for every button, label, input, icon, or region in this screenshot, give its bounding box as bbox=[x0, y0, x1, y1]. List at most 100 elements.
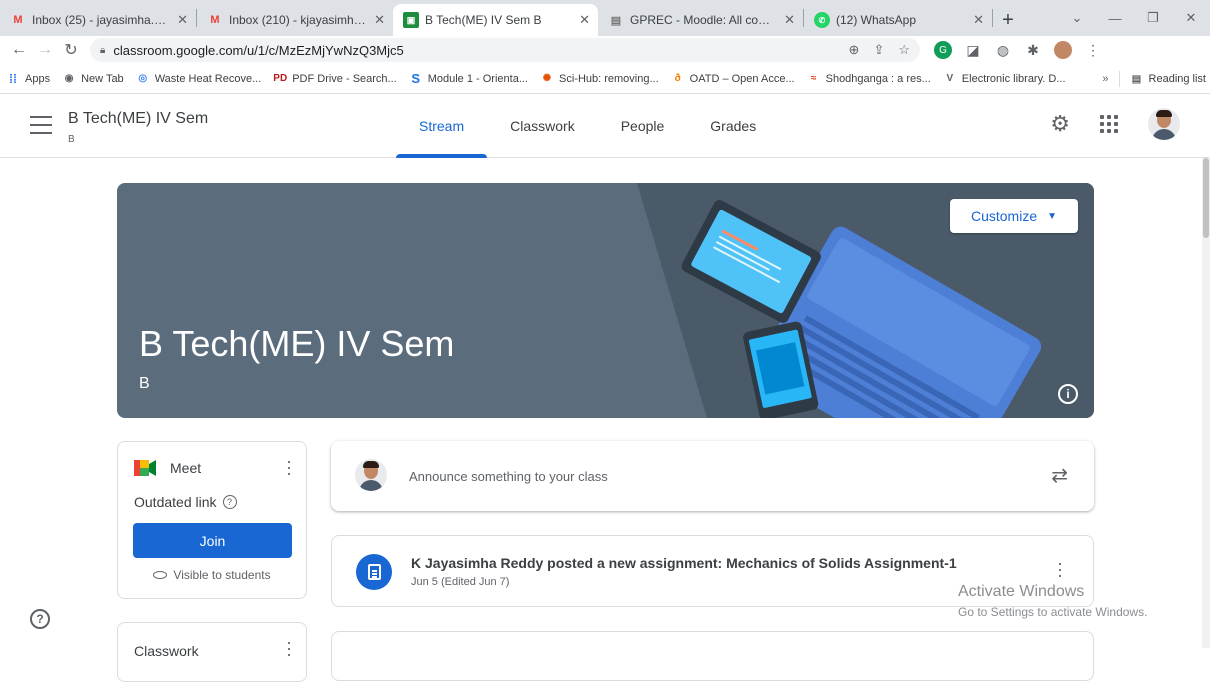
bookmark-oatd[interactable]: ð OATD – Open Acce... bbox=[671, 72, 795, 86]
bookmarks-bar: ⁞⁞ Apps ◉ New Tab ◎ Waste Heat Recove...… bbox=[0, 64, 1210, 94]
kebab-menu-icon[interactable]: · · · bbox=[286, 452, 292, 482]
classroom-header: B Tech(ME) IV Sem B Stream Classwork Peo… bbox=[0, 94, 1210, 158]
gmail-icon: M bbox=[13, 14, 23, 26]
banner-illustration bbox=[637, 183, 1094, 418]
customize-button[interactable]: Customize ▼ bbox=[950, 199, 1078, 233]
hamburger-menu-icon[interactable] bbox=[30, 116, 52, 134]
gmail-icon: M bbox=[210, 14, 220, 26]
grammar-extension-icon[interactable]: G bbox=[934, 41, 952, 59]
meet-card: Meet · · · Outdated link ? Join Visible to… bbox=[117, 441, 307, 599]
scrollbar[interactable] bbox=[1202, 158, 1210, 648]
bookmark-new-tab[interactable]: ◉ New Tab bbox=[62, 72, 124, 86]
google-apps-icon[interactable] bbox=[1100, 115, 1118, 133]
meet-title: Meet bbox=[170, 460, 202, 476]
browser-tab-moodle[interactable]: ▤ GPREC - Moodle: All courses ✕ bbox=[598, 4, 803, 36]
bookmark-module-1[interactable]: S Module 1 - Orienta... bbox=[409, 71, 528, 86]
stream-post[interactable] bbox=[331, 631, 1094, 681]
bookmark-shodhganga[interactable]: ≈ Shodhganga : a res... bbox=[807, 72, 931, 86]
bookmark-pdf-drive[interactable]: PD PDF Drive - Search... bbox=[273, 72, 396, 86]
avatar bbox=[355, 459, 387, 491]
kebab-menu-icon[interactable]: · · · bbox=[286, 633, 292, 663]
moodle-icon: ▤ bbox=[610, 14, 622, 27]
bookmarks-overflow-button[interactable]: » bbox=[1102, 73, 1108, 85]
join-button[interactable]: Join bbox=[133, 523, 292, 558]
restore-icon[interactable]: ❐ bbox=[1134, 10, 1172, 26]
bookmark-label: New Tab bbox=[81, 72, 124, 85]
class-name[interactable]: B Tech(ME) IV Sem bbox=[68, 110, 208, 128]
reading-list-label: Reading list bbox=[1148, 73, 1206, 85]
new-tab-button[interactable]: + bbox=[993, 4, 1023, 36]
tab-stream[interactable]: Stream bbox=[396, 94, 488, 158]
close-icon[interactable]: ✕ bbox=[177, 12, 188, 28]
extension-icon[interactable]: ◪ bbox=[964, 41, 982, 59]
bookmark-label: Sci-Hub: removing... bbox=[559, 72, 659, 85]
reading-list-icon: ▤ bbox=[1131, 73, 1142, 85]
bookmark-waste-heat[interactable]: ◎ Waste Heat Recove... bbox=[136, 72, 261, 86]
close-icon[interactable]: ✕ bbox=[784, 12, 795, 28]
browser-tab-gmail-1[interactable]: M Inbox (25) - jayasimha.reddy ✕ bbox=[0, 4, 196, 36]
share-icon[interactable]: ⇪ bbox=[873, 42, 884, 58]
tab-classwork[interactable]: Classwork bbox=[487, 94, 598, 158]
reload-icon[interactable]: ↻ bbox=[58, 40, 84, 60]
tab-title: Inbox (210) - kjayasimharedd bbox=[229, 13, 366, 27]
tab-title: Inbox (25) - jayasimha.reddy bbox=[32, 13, 170, 27]
bookmark-apps[interactable]: ⁞⁞ Apps bbox=[6, 72, 50, 86]
zoom-icon[interactable]: ⊕ bbox=[849, 42, 860, 58]
bookmark-sci-hub[interactable]: ✺ Sci-Hub: removing... bbox=[540, 72, 659, 86]
tab-grades[interactable]: Grades bbox=[687, 94, 779, 158]
info-icon[interactable]: i bbox=[1058, 384, 1078, 404]
gear-icon[interactable]: ⚙ bbox=[1050, 111, 1070, 137]
upcoming-title: Classwork bbox=[134, 643, 199, 659]
url-field[interactable]: 🔒︎ classroom.google.com/u/1/c/MzEzMjYwNz… bbox=[90, 38, 920, 62]
help-icon[interactable]: ? bbox=[30, 609, 50, 629]
post-title[interactable]: K Jayasimha Reddy posted a new assignmen… bbox=[411, 555, 957, 571]
reading-list-button[interactable]: ▤ Reading list bbox=[1130, 72, 1206, 86]
divider bbox=[1118, 71, 1120, 87]
banner-subtitle: B bbox=[139, 375, 150, 392]
watermark-line-2: Go to Settings to activate Windows. bbox=[958, 605, 1148, 619]
globe-icon: ◎ bbox=[138, 73, 148, 84]
tab-title: B Tech(ME) IV Sem B bbox=[425, 13, 542, 27]
forward-arrow-icon[interactable]: → bbox=[32, 41, 58, 59]
scrollbar-thumb[interactable] bbox=[1203, 158, 1209, 238]
oatd-icon: ð bbox=[674, 73, 681, 84]
close-icon[interactable]: ✕ bbox=[374, 12, 385, 28]
address-bar: ← → ↻ 🔒︎ classroom.google.com/u/1/c/MzEz… bbox=[0, 36, 1210, 64]
minimize-icon[interactable]: — bbox=[1096, 11, 1134, 26]
browser-tab-strip: M Inbox (25) - jayasimha.reddy ✕ M Inbox… bbox=[0, 0, 1210, 36]
profile-avatar-icon[interactable] bbox=[1054, 41, 1072, 59]
bookmark-label: PDF Drive - Search... bbox=[292, 72, 397, 85]
tab-title: (12) WhatsApp bbox=[836, 13, 917, 27]
visibility-note: Visible to students bbox=[118, 568, 306, 582]
bookmark-electronic-library[interactable]: V Electronic library. D... bbox=[943, 72, 1065, 86]
browser-tab-whatsapp[interactable]: ✆ (12) WhatsApp ✕ bbox=[804, 4, 992, 36]
browser-tab-classroom[interactable]: ▣ B Tech(ME) IV Sem B ✕ bbox=[393, 4, 598, 36]
back-arrow-icon[interactable]: ← bbox=[6, 41, 32, 59]
close-icon[interactable]: ✕ bbox=[973, 12, 984, 28]
announce-box[interactable]: Announce something to your class ⇄ bbox=[331, 441, 1094, 511]
eye-icon bbox=[153, 571, 168, 579]
browser-tab-gmail-2[interactable]: M Inbox (210) - kjayasimharedd ✕ bbox=[197, 4, 393, 36]
class-banner: B Tech(ME) IV Sem B Customize ▼ i bbox=[117, 183, 1094, 418]
close-icon[interactable]: ✕ bbox=[579, 12, 590, 28]
bookmark-label: Shodhganga : a res... bbox=[825, 72, 931, 85]
announce-placeholder: Announce something to your class bbox=[409, 469, 608, 484]
avatar[interactable] bbox=[1148, 108, 1180, 140]
apps-grid-icon: ⁞⁞ bbox=[9, 71, 17, 86]
close-window-icon[interactable]: ✕ bbox=[1172, 10, 1210, 26]
help-icon[interactable]: ? bbox=[222, 495, 237, 509]
lock-icon: 🔒︎ bbox=[100, 44, 106, 56]
url-text: classroom.google.com/u/1/c/MzEzMjYwNzQ3M… bbox=[113, 42, 404, 58]
kebab-menu-icon[interactable]: ⋮ bbox=[1084, 41, 1102, 59]
puzzle-icon[interactable]: ✱ bbox=[1024, 41, 1042, 59]
tab-people[interactable]: People bbox=[598, 94, 688, 158]
chevron-down-icon[interactable]: ⌄ bbox=[1058, 10, 1096, 26]
extension-icon[interactable]: ◍ bbox=[994, 41, 1012, 59]
shodhganga-icon: ≈ bbox=[810, 73, 817, 84]
class-section: B bbox=[68, 134, 75, 145]
star-icon[interactable]: ☆ bbox=[898, 42, 910, 58]
kebab-menu-icon[interactable]: · · · bbox=[1057, 554, 1063, 584]
bookmark-label: Apps bbox=[25, 72, 51, 85]
repost-icon[interactable]: ⇄ bbox=[1051, 463, 1068, 488]
tab-title: GPREC - Moodle: All courses bbox=[630, 13, 777, 27]
